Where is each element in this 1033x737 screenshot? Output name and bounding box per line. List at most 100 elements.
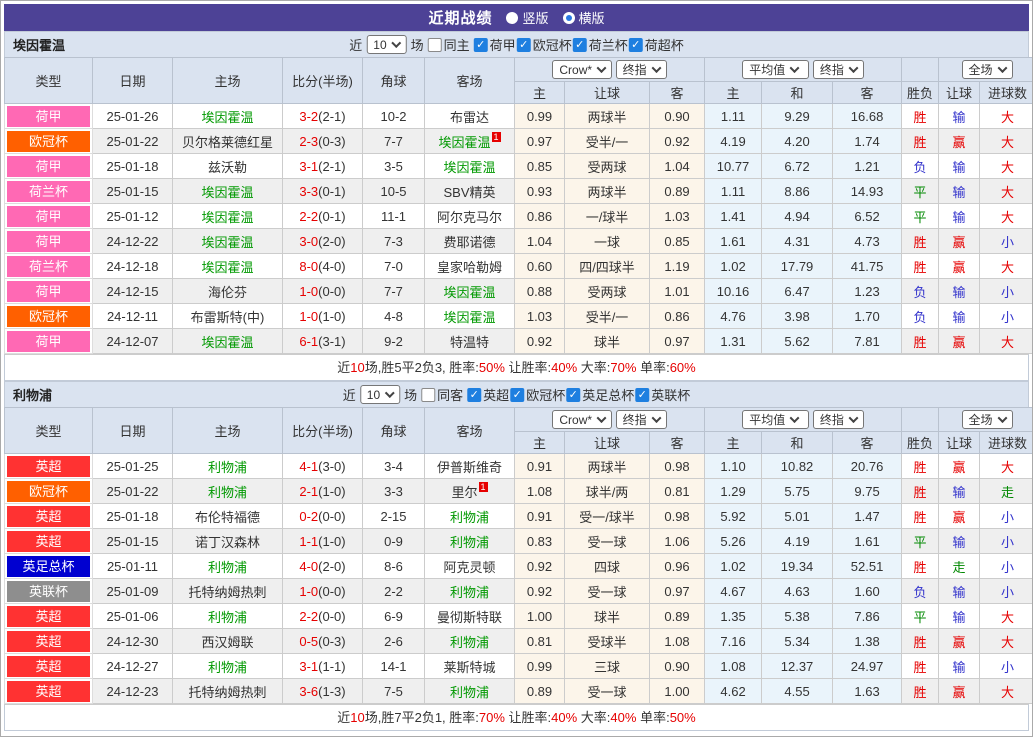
handicap-home-odds: 0.86 xyxy=(515,204,565,229)
league-filter-checkbox[interactable]: ✓英联杯 xyxy=(635,385,690,404)
sub-handicap: 让球 xyxy=(565,432,650,454)
league-filter-checkbox[interactable]: ✓欧冠杯 xyxy=(510,385,565,404)
avg-draw-odds: 4.63 xyxy=(762,579,833,604)
home-team-cell: 托特纳姆热刺 xyxy=(173,679,283,704)
score-cell: 4-0(2-0) xyxy=(283,554,363,579)
league-filter-checkbox[interactable]: ✓欧冠杯 xyxy=(517,35,572,54)
team-label: 利物浦 xyxy=(450,635,489,650)
date-cell: 25-01-12 xyxy=(93,204,173,229)
handicap-line: 受两球 xyxy=(565,154,650,179)
league-badge: 荷甲 xyxy=(5,329,93,354)
league-filter-checkbox[interactable]: ✓荷兰杯 xyxy=(573,35,628,54)
match-row: 欧冠杯25-01-22贝尔格莱德红星2-3(0-3)7-7埃因霍温10.97受半… xyxy=(5,129,1033,154)
summary-segment: 50% xyxy=(479,360,505,375)
avg-home-odds: 4.62 xyxy=(705,679,762,704)
checkbox-icon[interactable] xyxy=(421,388,435,402)
final-odds-select[interactable]: 终指 xyxy=(616,60,667,79)
same-venue-checkbox[interactable]: 同主 xyxy=(428,35,470,54)
league-badge: 英超 xyxy=(5,504,93,529)
scope-select-group: 全场 xyxy=(939,58,1033,82)
radio-vertical[interactable]: 竖版 xyxy=(506,8,548,27)
team-label: 皇家哈勒姆 xyxy=(437,260,502,275)
radio-horizontal[interactable]: 横版 xyxy=(563,8,605,27)
team-label: 利物浦 xyxy=(450,510,489,525)
filter-bar: 近 10 场 同客 ✓英超✓欧冠杯✓英足总杯✓英联杯 xyxy=(343,385,690,404)
odds-source-select[interactable]: Crow* xyxy=(552,410,612,429)
score-cell: 1-1(1-0) xyxy=(283,529,363,554)
sub-avg-away: 客 xyxy=(833,82,902,104)
team-label: 利物浦 xyxy=(208,460,247,475)
date-cell: 24-12-11 xyxy=(93,304,173,329)
avg-draw-odds: 8.86 xyxy=(762,179,833,204)
summary-segment: 场,胜7平2负1, 胜率: xyxy=(365,710,479,725)
league-filter-checkbox[interactable]: ✓荷超杯 xyxy=(629,35,684,54)
score-cell: 2-2(0-0) xyxy=(283,604,363,629)
checked-checkbox-icon[interactable]: ✓ xyxy=(467,388,481,402)
checked-checkbox-icon[interactable]: ✓ xyxy=(573,38,587,52)
checked-checkbox-icon[interactable]: ✓ xyxy=(629,38,643,52)
home-team-cell: 埃因霍温 xyxy=(173,229,283,254)
corners-cell: 7-7 xyxy=(363,279,425,304)
checked-checkbox-icon[interactable]: ✓ xyxy=(566,388,580,402)
league-filter-label: 荷兰杯 xyxy=(589,35,628,54)
score-cell: 3-6(1-3) xyxy=(283,679,363,704)
match-count-select[interactable]: 10 xyxy=(366,35,406,54)
handicap-line: 两球半 xyxy=(565,104,650,129)
league-filter-checkbox[interactable]: ✓英超 xyxy=(467,385,509,404)
team-label: SBV精英 xyxy=(443,185,495,200)
league-filter-checkbox[interactable]: ✓英足总杯 xyxy=(566,385,634,404)
checkbox-icon[interactable] xyxy=(428,38,442,52)
odds-source-select[interactable]: Crow* xyxy=(552,60,612,79)
same-venue-checkbox[interactable]: 同客 xyxy=(421,385,463,404)
avg-away-odds: 1.70 xyxy=(833,304,902,329)
result-handicap-cell: 输 xyxy=(939,204,980,229)
average-select[interactable]: 平均值 xyxy=(742,60,809,79)
checked-checkbox-icon[interactable]: ✓ xyxy=(474,38,488,52)
sub-avg-away: 客 xyxy=(833,432,902,454)
date-cell: 25-01-25 xyxy=(93,454,173,479)
radio-selected-icon[interactable] xyxy=(563,12,575,24)
handicap-line: 三球 xyxy=(565,654,650,679)
result-goals-cell: 大 xyxy=(980,329,1033,354)
date-cell: 25-01-09 xyxy=(93,579,173,604)
checked-checkbox-icon[interactable]: ✓ xyxy=(517,38,531,52)
match-row: 英超25-01-06利物浦2-2(0-0)6-9曼彻斯特联1.00球半0.891… xyxy=(5,604,1033,629)
match-row: 英足总杯25-01-11利物浦4-0(2-0)8-6阿克灵顿0.92四球0.96… xyxy=(5,554,1033,579)
home-team-cell: 托特纳姆热刺 xyxy=(173,579,283,604)
radio-icon[interactable] xyxy=(506,12,518,24)
away-team-cell: 皇家哈勒姆 xyxy=(425,254,515,279)
league-badge: 英超 xyxy=(5,604,93,629)
league-filter-checkbox[interactable]: ✓荷甲 xyxy=(474,35,516,54)
league-badge: 英联杯 xyxy=(5,579,93,604)
avg-home-odds: 5.92 xyxy=(705,504,762,529)
team-name: 利物浦 xyxy=(5,385,52,404)
col-corner: 角球 xyxy=(363,408,425,454)
chevron-down-icon xyxy=(391,38,401,48)
chevron-down-icon xyxy=(848,63,858,73)
final-odds-select-2[interactable]: 终指 xyxy=(813,60,864,79)
scope-select[interactable]: 全场 xyxy=(962,410,1013,429)
match-count-select[interactable]: 10 xyxy=(360,385,400,404)
final-odds-select-2[interactable]: 终指 xyxy=(813,410,864,429)
checked-checkbox-icon[interactable]: ✓ xyxy=(635,388,649,402)
chevron-down-icon xyxy=(597,413,607,423)
final-odds-select[interactable]: 终指 xyxy=(616,410,667,429)
handicap-home-odds: 0.92 xyxy=(515,554,565,579)
sub-goals: 进球数 xyxy=(980,432,1033,454)
average-select[interactable]: 平均值 xyxy=(742,410,809,429)
result-wdl-cell: 胜 xyxy=(902,129,939,154)
handicap-select-group: Crow* 终指 xyxy=(515,58,705,82)
handicap-away-odds: 0.89 xyxy=(650,604,705,629)
checked-checkbox-icon[interactable]: ✓ xyxy=(510,388,524,402)
col-type: 类型 xyxy=(5,58,93,104)
spacer-cell xyxy=(902,408,939,432)
sub-handicap: 让球 xyxy=(565,82,650,104)
avg-away-odds: 7.81 xyxy=(833,329,902,354)
date-cell: 24-12-27 xyxy=(93,654,173,679)
away-team-cell: 利物浦 xyxy=(425,579,515,604)
home-team-cell: 利物浦 xyxy=(173,604,283,629)
scope-select[interactable]: 全场 xyxy=(962,60,1013,79)
avg-away-odds: 1.47 xyxy=(833,504,902,529)
home-team-cell: 利物浦 xyxy=(173,479,283,504)
home-team-cell: 布伦特福德 xyxy=(173,504,283,529)
